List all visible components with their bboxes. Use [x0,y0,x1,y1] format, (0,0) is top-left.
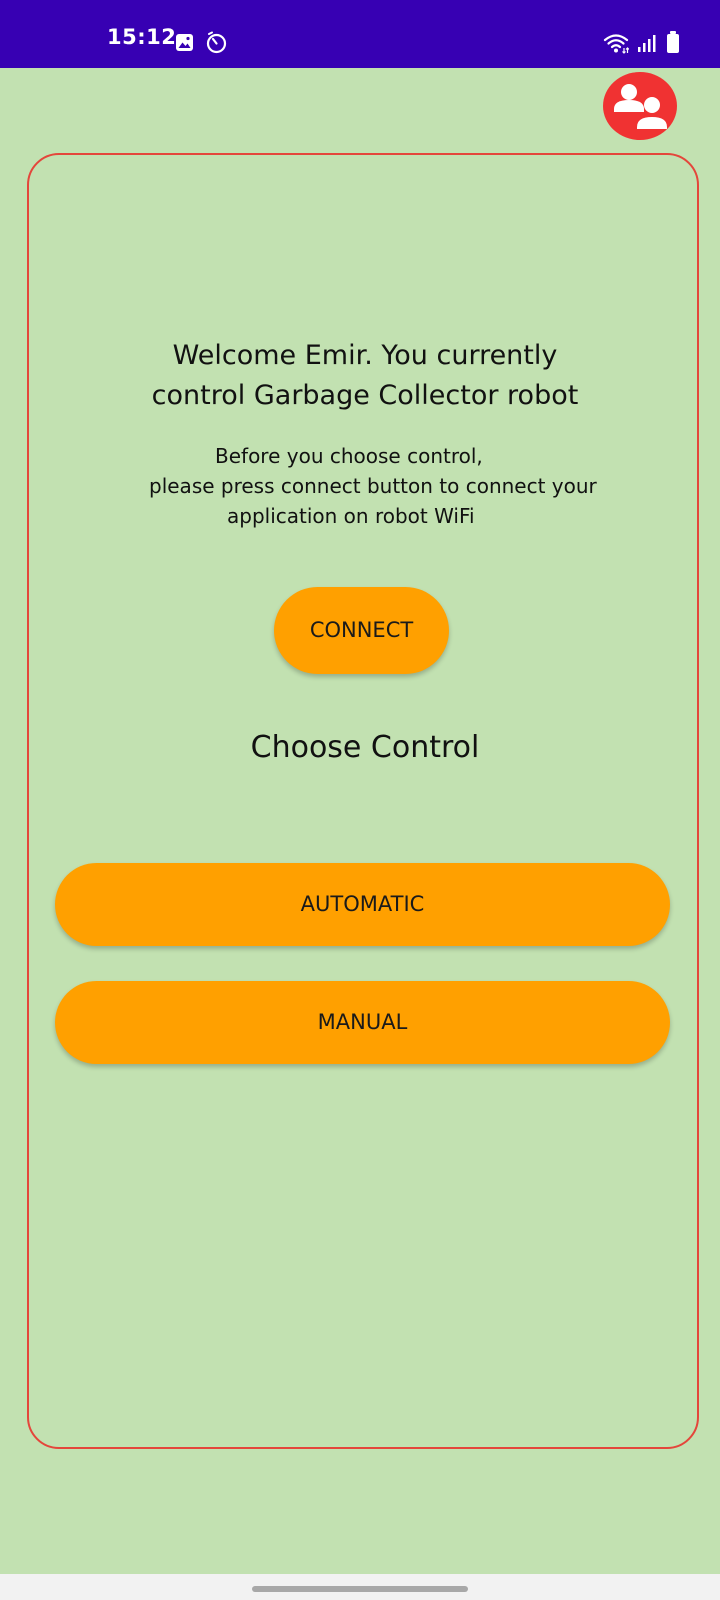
home-gesture-handle[interactable] [252,1586,468,1592]
automatic-button[interactable]: AUTOMATIC [55,863,670,946]
instruction-line: Before you choose control, [215,444,483,468]
signal-icon [638,35,656,52]
timer-icon [206,31,227,54]
control-card: Welcome Emir. You currently control Garb… [27,153,699,1449]
connect-button[interactable]: CONNECT [274,587,449,674]
battery-icon [667,31,679,53]
welcome-line: control Garbage Collector robot [151,380,579,411]
choose-control-title: Choose Control [250,730,480,765]
instruction-line: please press connect button to connect y… [149,474,597,498]
image-icon [176,34,193,51]
system-nav-bar [0,1574,720,1600]
status-bar: 15:12 [0,0,720,68]
welcome-message: Welcome Emir. You currently control Garb… [29,336,701,416]
wifi-icon [603,34,629,54]
manual-button[interactable]: MANUAL [55,981,670,1064]
status-time: 15:12 [107,25,177,49]
profile-button[interactable] [603,72,677,140]
account-switch-icon [614,84,667,129]
instruction-line: application on robot WiFi [227,504,475,528]
welcome-line: Welcome Emir. You currently [172,340,558,371]
